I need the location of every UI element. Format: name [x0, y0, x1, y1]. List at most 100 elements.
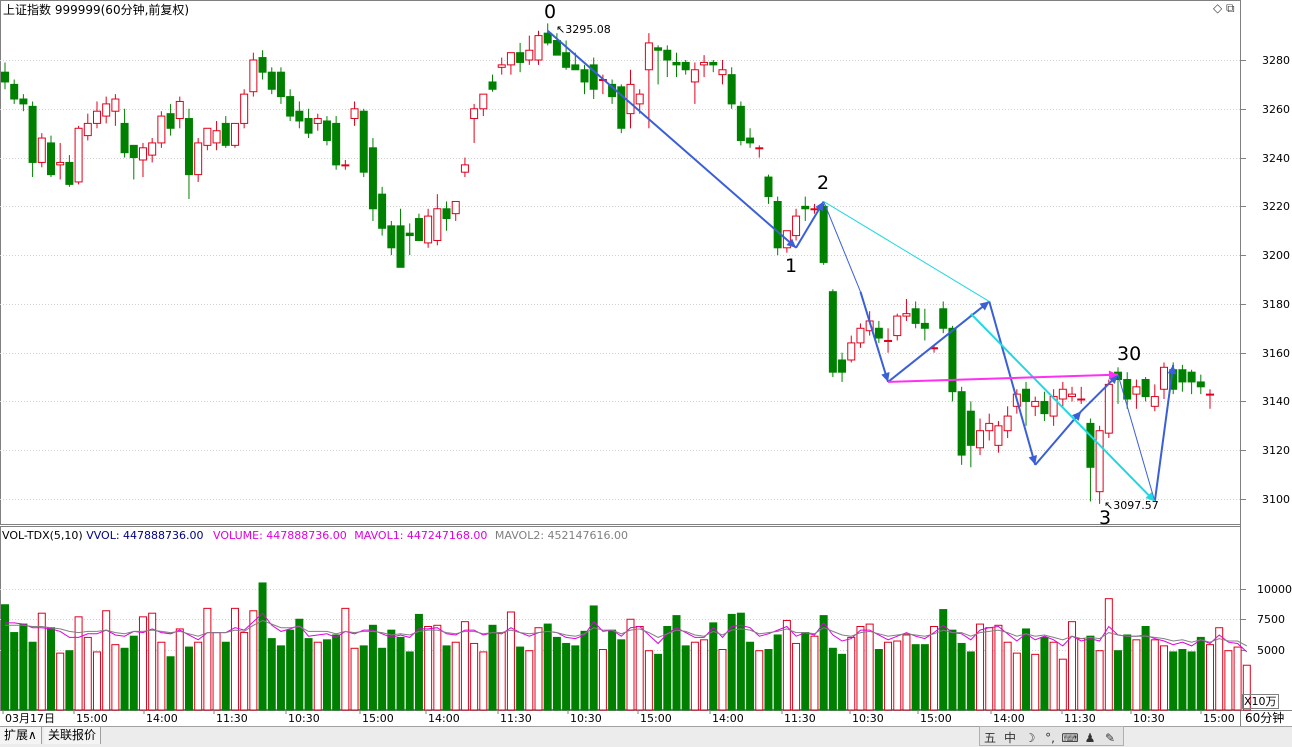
volume-bar [1077, 638, 1086, 711]
candle-down [819, 205, 828, 263]
mavol1-line [5, 612, 1248, 653]
candle-down [1086, 422, 1095, 468]
candle-down [332, 122, 341, 166]
candle-up [479, 93, 488, 110]
volume-bar [626, 618, 635, 711]
low-price-value: 3097.57 [1113, 499, 1159, 512]
time-axis-label: 10:30 [852, 712, 884, 725]
candle-up [92, 110, 101, 124]
candle-down [552, 39, 561, 56]
volume-bar [1196, 636, 1205, 711]
candle-up [1058, 388, 1067, 400]
window-controls-icon[interactable]: ◇ ⧉ [1213, 2, 1235, 15]
volume-bar [810, 635, 819, 711]
volume-bar [920, 644, 929, 711]
volume-bars[interactable] [1, 582, 1251, 711]
volume-bar [755, 650, 764, 711]
volume-bar [985, 627, 994, 711]
candlestick-series[interactable] [1, 23, 1214, 504]
dots-icon[interactable]: °, [1040, 729, 1060, 747]
volume-bar [534, 627, 543, 711]
candle-up [230, 122, 239, 146]
volume-bar [1049, 641, 1058, 711]
volume-bar [286, 629, 295, 711]
volume-bar [387, 629, 396, 711]
candle-down [681, 61, 690, 71]
candle-down [304, 118, 313, 134]
price-axis-label: 3100 [1262, 492, 1290, 506]
volume-bar [736, 612, 745, 711]
volume-bar [700, 639, 709, 711]
volume-bar [313, 641, 322, 711]
chart-title: 上证指数 999999(60分钟,前复权) [3, 3, 190, 17]
candle-down [19, 98, 28, 105]
magenta-line [888, 373, 1119, 383]
volume-bar [1187, 651, 1196, 711]
candle-down [396, 225, 405, 268]
candle-up [138, 147, 147, 161]
candle-up [203, 127, 212, 146]
period-label[interactable]: 60分钟 [1245, 712, 1284, 725]
volume-bar [709, 622, 718, 711]
candle-up [460, 164, 469, 173]
price-axis-label: 3160 [1262, 346, 1290, 360]
tab-extend[interactable]: 扩展∧ [0, 727, 42, 744]
price-axis-label: 3220 [1262, 199, 1290, 213]
input-method-tray[interactable]: 五中 ☽ °, ⌨ ♟ ✎ [979, 726, 1124, 746]
volume-bar [1104, 598, 1113, 711]
candle-up [994, 425, 1003, 446]
candle-down [654, 47, 663, 51]
volume-bar [911, 644, 920, 711]
candle-up [341, 164, 350, 167]
volume-bar [120, 647, 129, 711]
candle-down [65, 161, 74, 185]
volume-bar [828, 647, 837, 711]
candle-down [28, 105, 37, 163]
chinese-mode-icon[interactable]: 中 [1000, 729, 1020, 747]
five-stroke-icon[interactable]: 五 [980, 729, 1000, 747]
volume-bar [1123, 634, 1132, 711]
volume-bar [663, 626, 672, 711]
candle-down [378, 193, 387, 229]
candle-up [1104, 383, 1113, 434]
volume-bar [405, 651, 414, 711]
candle-down [387, 225, 396, 249]
candle-down [1022, 388, 1031, 402]
candle-up [175, 100, 184, 120]
volume-bar [194, 641, 203, 711]
volume-axis-label: 7500 [1257, 612, 1285, 626]
candle-up [810, 208, 819, 211]
candle-down [184, 118, 193, 176]
volume-bar [874, 649, 883, 711]
mavol2-value: MAVOL2: 452147616.00 [494, 529, 629, 542]
candle-down [166, 113, 175, 129]
keyboard-icon[interactable]: ⌨ [1060, 729, 1080, 747]
user-icon[interactable]: ♟ [1080, 729, 1100, 747]
volume-bar [424, 626, 433, 711]
volume-bar [718, 649, 727, 711]
tab-related-quotes[interactable]: 关联报价 [44, 727, 102, 744]
candle-up [856, 327, 865, 344]
candle-up [1077, 398, 1086, 401]
wrench-icon[interactable]: ✎ [1100, 729, 1120, 747]
volume-bar [442, 645, 451, 711]
time-axis-label: 03月17日 [5, 712, 55, 725]
candle-down [1187, 371, 1196, 383]
volume-bar [552, 636, 561, 711]
volume-bar [764, 649, 773, 711]
moon-icon[interactable]: ☽ [1020, 729, 1040, 747]
volume-bar [1132, 639, 1141, 711]
time-axis-label: 15:00 [1203, 712, 1235, 725]
candle-up [755, 147, 764, 150]
candle-down [488, 81, 497, 90]
candle-down [10, 83, 19, 100]
candle-down [562, 52, 571, 68]
volume-bar [267, 638, 276, 711]
wave-label-2: 2 [817, 172, 830, 194]
candle-up [985, 422, 994, 432]
volume-bar [111, 644, 120, 711]
volume-bar [865, 623, 874, 711]
candle-up [635, 93, 644, 105]
candle-up [644, 42, 653, 71]
candle-up [525, 49, 534, 61]
